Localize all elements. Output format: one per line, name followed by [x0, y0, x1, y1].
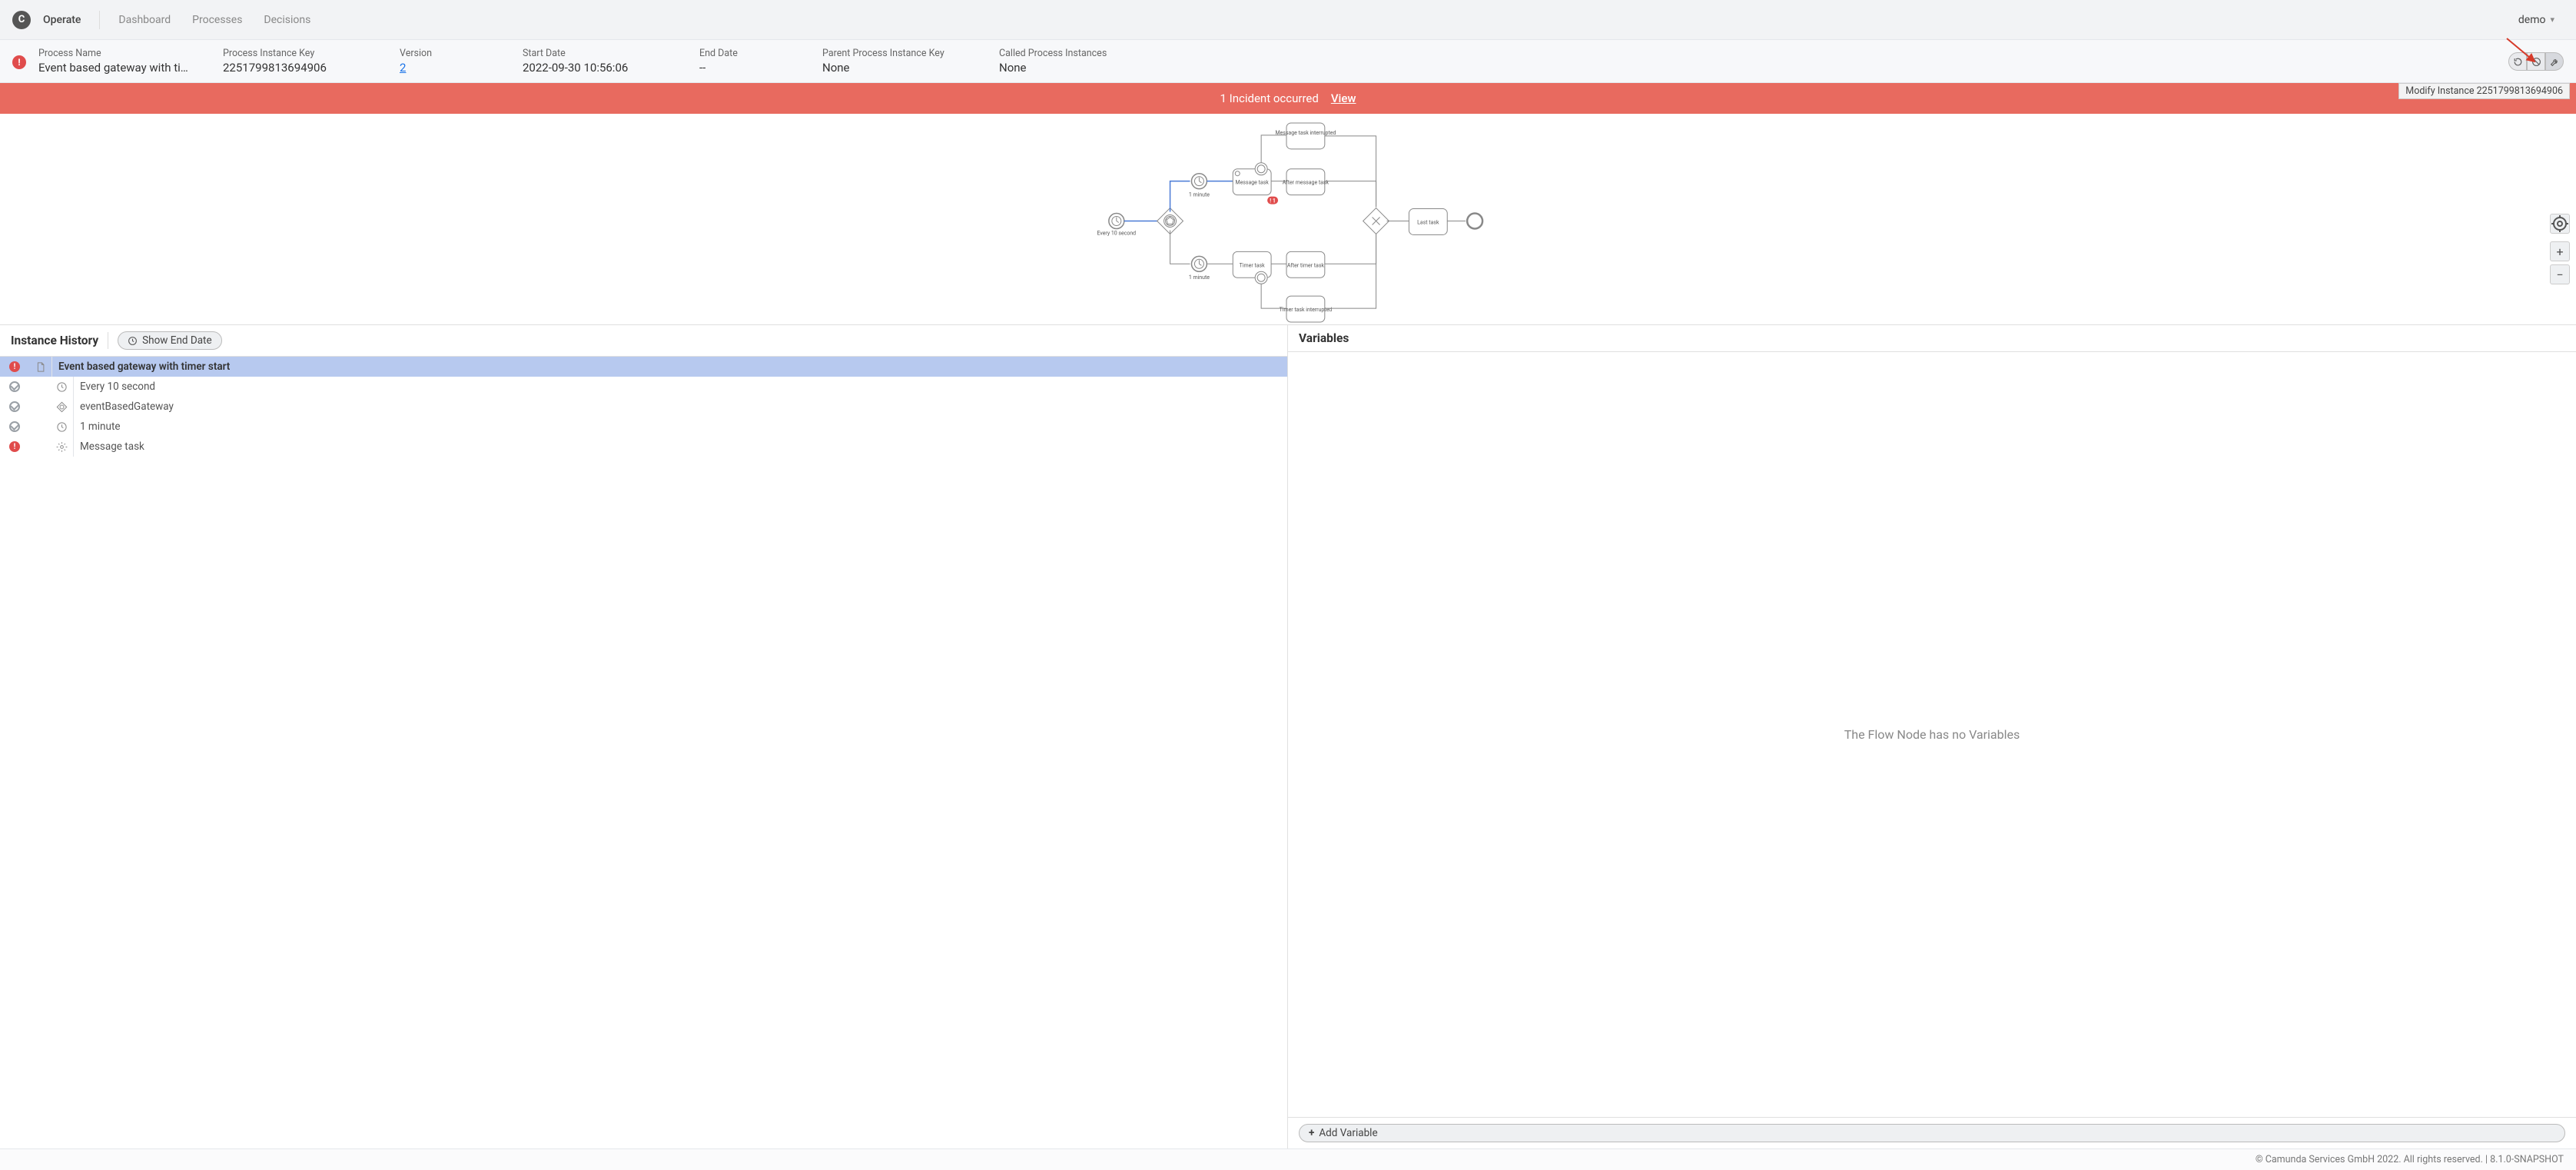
plus-icon: +	[1309, 1127, 1314, 1139]
clock-icon	[128, 336, 138, 346]
value-version[interactable]: 2	[400, 61, 492, 75]
nav-processes[interactable]: Processes	[192, 14, 242, 26]
diagram-last-task: Last task	[1417, 219, 1439, 225]
status-error-icon: !	[0, 361, 29, 372]
instance-history-panel: Instance History Show End Date ! Event ba…	[0, 325, 1288, 1148]
cancel-button[interactable]	[2527, 52, 2545, 71]
add-variable-label: Add Variable	[1319, 1127, 1377, 1139]
status-error-icon: !	[0, 441, 29, 452]
incident-indicator-icon: !	[12, 55, 26, 69]
label-called: Called Process Instances	[999, 48, 1145, 59]
label-process-name: Process Name	[38, 48, 192, 59]
add-variable-button[interactable]: + Add Variable	[1299, 1124, 2565, 1142]
modify-instance-button[interactable]	[2545, 52, 2564, 71]
history-list[interactable]: ! Event based gateway with timer start Eve…	[0, 357, 1287, 1148]
label-version: Version	[400, 48, 492, 59]
clock-icon	[51, 377, 74, 397]
incident-view-link[interactable]: View	[1331, 91, 1356, 105]
zoom-out-button[interactable]: −	[2550, 264, 2570, 284]
instance-details-bar: ! Process Name Event based gateway with …	[0, 40, 2576, 83]
label-instance-key: Process Instance Key	[223, 48, 369, 59]
value-end-date: --	[699, 61, 792, 75]
modify-tooltip: Modify Instance 2251799813694906	[2398, 83, 2570, 99]
status-ok-icon	[0, 401, 29, 412]
incident-banner: 1 Incident occurred View	[0, 83, 2576, 114]
diagram-after-msg: After message task	[1283, 180, 1329, 186]
history-row-label: Event based gateway with timer start	[58, 361, 230, 373]
footer: © Camunda Services GmbH 2022. All rights…	[0, 1148, 2576, 1170]
instance-actions	[2508, 52, 2564, 71]
show-end-date-toggle[interactable]: Show End Date	[118, 331, 222, 350]
diagram-timer-task: Timer task	[1240, 262, 1265, 268]
history-row[interactable]: 1 minute	[0, 417, 1287, 437]
diagram-timer-int: Timer task interrupted	[1280, 307, 1333, 313]
doc-icon	[29, 357, 52, 377]
diagram-timer2-label: 1 minute	[1189, 274, 1210, 281]
brand-logo: C	[12, 11, 31, 29]
history-row[interactable]: ! Event based gateway with timer start	[0, 357, 1287, 377]
history-row[interactable]: ! Message task	[0, 437, 1287, 457]
diagram-incident-badge: 1	[1273, 198, 1276, 204]
value-called: None	[999, 61, 1145, 75]
history-row[interactable]: Every 10 second	[0, 377, 1287, 397]
user-menu[interactable]: demo ▾	[2518, 14, 2564, 26]
diagram-timer1-label: 1 minute	[1189, 192, 1210, 198]
bpmn-diagram[interactable]: Every 10 second 1 minute Message task ! …	[0, 114, 2576, 325]
diagram-msg-int: Message task interrupted	[1275, 130, 1336, 136]
clock-icon	[51, 417, 74, 437]
status-ok-icon	[0, 381, 29, 392]
history-row[interactable]: eventBasedGateway	[0, 397, 1287, 417]
top-nav: C Operate Dashboard Processes Decisions …	[0, 0, 2576, 40]
status-ok-icon	[0, 421, 29, 432]
variables-panel: Variables The Flow Node has no Variables…	[1288, 325, 2576, 1148]
nav-decisions[interactable]: Decisions	[264, 14, 310, 26]
value-parent-key: None	[822, 61, 968, 75]
diagram-msg-task: Message task	[1236, 180, 1270, 186]
zoom-in-button[interactable]: +	[2550, 241, 2570, 261]
label-end-date: End Date	[699, 48, 792, 59]
retry-button[interactable]	[2508, 52, 2527, 71]
label-parent-key: Parent Process Instance Key	[822, 48, 968, 59]
variables-empty: The Flow Node has no Variables	[1288, 352, 2576, 1117]
diagram-locate-button[interactable]	[2550, 214, 2570, 234]
value-start-date: 2022-09-30 10:56:06	[523, 61, 669, 75]
cancel-icon	[2531, 57, 2541, 67]
value-instance-key: 2251799813694906	[223, 61, 369, 75]
retry-icon	[2513, 57, 2523, 67]
chevron-down-icon: ▾	[2550, 15, 2554, 25]
user-name: demo	[2518, 14, 2546, 26]
history-row-label: eventBasedGateway	[80, 401, 174, 413]
svg-text:! 1: ! 1	[1270, 198, 1276, 204]
label-start-date: Start Date	[523, 48, 669, 59]
incident-text: 1 Incident occurred	[1220, 91, 1319, 105]
history-row-label: 1 minute	[80, 420, 121, 433]
nav-dashboard[interactable]: Dashboard	[118, 14, 171, 26]
nav-separator	[99, 11, 100, 29]
app-name: Operate	[43, 14, 81, 26]
history-row-label: Message task	[80, 440, 144, 453]
history-row-label: Every 10 second	[80, 381, 155, 393]
wrench-icon	[2550, 57, 2560, 67]
diagram-start-label: Every 10 second	[1097, 230, 1137, 236]
show-end-date-label: Show End Date	[142, 334, 212, 347]
value-process-name: Event based gateway with tim…	[38, 61, 192, 75]
gateway-icon	[51, 397, 74, 417]
history-title: Instance History	[11, 334, 98, 347]
variables-title: Variables	[1299, 331, 1349, 345]
diagram-after-timer: After timer task	[1287, 262, 1325, 268]
gear-icon	[51, 437, 74, 457]
